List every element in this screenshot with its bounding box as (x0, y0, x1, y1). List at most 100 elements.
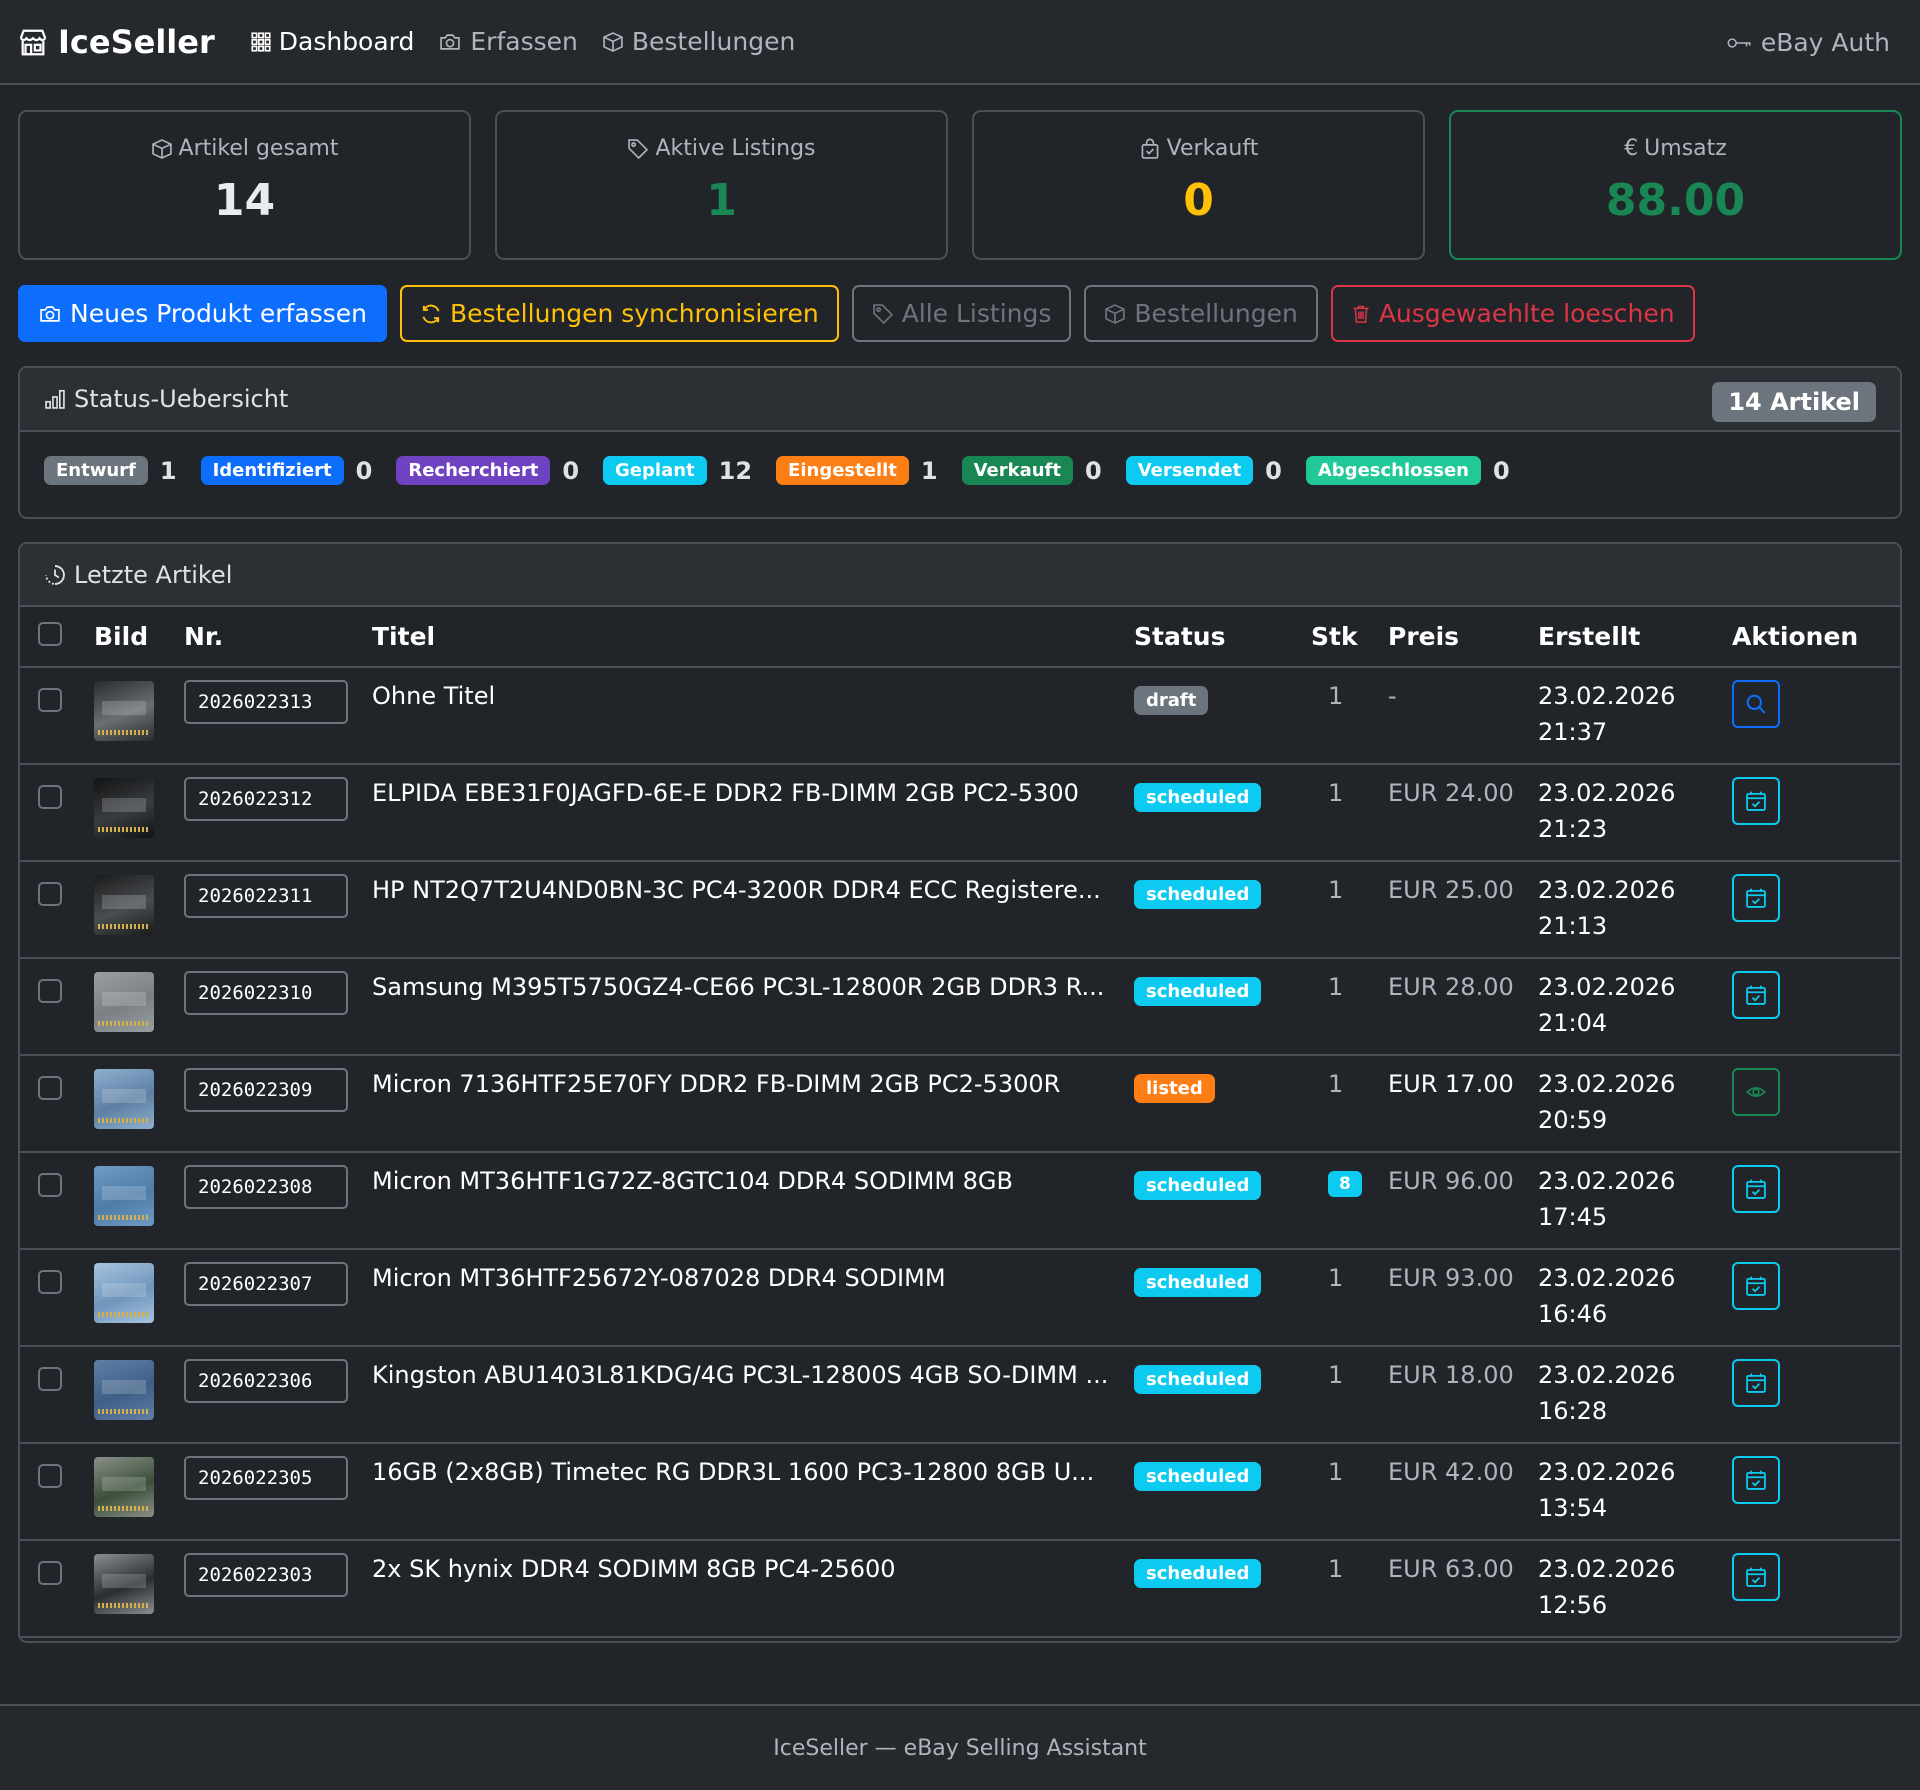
brand-label: IceSeller (58, 22, 215, 61)
row-action-button[interactable] (1732, 1359, 1780, 1407)
article-title[interactable]: Kingston ABU1403L81KDG/4G PC3L-12800S 4G… (372, 1361, 1112, 1389)
product-thumbnail[interactable] (94, 1457, 154, 1517)
article-number[interactable]: 2026022309 (184, 1068, 348, 1112)
nav-bestellungen[interactable]: Bestellungen (602, 27, 795, 56)
created-time: 17:45 (1538, 1203, 1608, 1231)
row-action-button[interactable] (1732, 680, 1780, 728)
header-stk: Stk (1311, 607, 1388, 668)
product-thumbnail[interactable] (94, 778, 154, 838)
status-overview-title: Status-Uebersicht (74, 385, 289, 413)
image-cell (94, 1443, 184, 1541)
recent-articles-header: Letzte Artikel (20, 544, 1900, 607)
title-cell: Kingston ABU1403L81KDG/4G PC3L-12800S 4G… (372, 1346, 1134, 1444)
row-checkbox[interactable] (38, 688, 62, 712)
stat-cards: Artikel gesamt 14 Aktive Listings 1 Verk… (18, 110, 1902, 260)
header-status[interactable]: Status (1134, 607, 1311, 668)
row-checkbox[interactable] (38, 979, 62, 1003)
table-row[interactable]: 2026022306 Kingston ABU1403L81KDG/4G PC3… (20, 1346, 1900, 1444)
table-row[interactable]: 2026022308 Micron MT36HTF1G72Z-8GTC104 D… (20, 1152, 1900, 1250)
all-listings-button[interactable]: Alle Listings (851, 285, 1072, 342)
image-cell (94, 1346, 184, 1444)
nav-erfassen[interactable]: Erfassen (438, 27, 578, 56)
created-cell: 23.02.2026 16:46 (1538, 1249, 1732, 1347)
status-overview-header: Status-Uebersicht 14 Artikel (20, 368, 1900, 432)
euro-icon: € (1624, 136, 1639, 161)
row-action-button[interactable] (1732, 1553, 1780, 1601)
header-preis[interactable]: Preis (1388, 607, 1538, 668)
article-number[interactable]: 2026022306 (184, 1359, 348, 1403)
table-row[interactable]: 2026022305 16GB (2x8GB) Timetec RG DDR3L… (20, 1443, 1900, 1541)
product-thumbnail[interactable] (94, 1263, 154, 1323)
product-thumbnail[interactable] (94, 1360, 154, 1420)
article-number[interactable]: 2026022312 (184, 777, 348, 821)
article-title[interactable]: Ohne Titel (372, 682, 1112, 710)
row-action-button[interactable] (1732, 874, 1780, 922)
stat-card-umsatz: € Umsatz 88.00 (1449, 110, 1902, 260)
article-title[interactable]: 2x SK hynix DDR4 SODIMM 8GB PC4-25600 (372, 1555, 1112, 1583)
price-value: EUR 93.00 (1388, 1264, 1514, 1292)
created-time: 21:37 (1538, 718, 1608, 746)
brand[interactable]: IceSeller (18, 23, 215, 61)
table-row[interactable]: 2026022313 Ohne Titel draft 1 - 23.02.20… (20, 667, 1900, 765)
product-thumbnail[interactable] (94, 1554, 154, 1614)
row-checkbox[interactable] (38, 1076, 62, 1100)
header-nr[interactable]: Nr. (184, 607, 372, 668)
select-cell (20, 1540, 94, 1638)
row-checkbox[interactable] (38, 1270, 62, 1294)
title-cell: 16GB (2x8GB) Timetec RG DDR3L 1600 PC3-1… (372, 1443, 1134, 1541)
article-number[interactable]: 2026022307 (184, 1262, 348, 1306)
table-row[interactable]: 2026022309 Micron 7136HTF25E70FY DDR2 FB… (20, 1055, 1900, 1153)
sync-orders-button[interactable]: Bestellungen synchronisieren (399, 285, 839, 342)
article-number[interactable]: 2026022305 (184, 1456, 348, 1500)
row-checkbox[interactable] (38, 1367, 62, 1391)
row-action-button[interactable] (1732, 1068, 1780, 1116)
status-badge: listed (1134, 1074, 1215, 1103)
orders-button[interactable]: Bestellungen (1084, 285, 1318, 342)
row-action-button[interactable] (1732, 1262, 1780, 1310)
article-number[interactable]: 2026022310 (184, 971, 348, 1015)
row-action-button[interactable] (1732, 777, 1780, 825)
table-row[interactable]: 2026022311 HP NT2Q7T2U4ND0BN-3C PC4-3200… (20, 861, 1900, 959)
price-value: EUR 18.00 (1388, 1361, 1514, 1389)
article-title[interactable]: 16GB (2x8GB) Timetec RG DDR3L 1600 PC3-1… (372, 1458, 1112, 1486)
table-row[interactable]: 2026022312 ELPIDA EBE31F0JAGFD-6E-E DDR2… (20, 764, 1900, 862)
nav-dashboard[interactable]: Dashboard (251, 27, 414, 56)
row-checkbox[interactable] (38, 882, 62, 906)
stat-value: 0 (1183, 175, 1214, 226)
article-number[interactable]: 2026022313 (184, 680, 348, 724)
article-number[interactable]: 2026022308 (184, 1165, 348, 1209)
article-title[interactable]: Micron MT36HTF25672Y-087028 DDR4 SODIMM (372, 1264, 1112, 1292)
article-title[interactable]: Micron MT36HTF1G72Z-8GTC104 DDR4 SODIMM … (372, 1167, 1112, 1195)
row-checkbox[interactable] (38, 1173, 62, 1197)
row-action-button[interactable] (1732, 1165, 1780, 1213)
article-title[interactable]: Samsung M395T5750GZ4-CE66 PC3L-12800R 2G… (372, 973, 1112, 1001)
price-value: EUR 42.00 (1388, 1458, 1514, 1486)
header-titel[interactable]: Titel (372, 607, 1134, 668)
select-all-checkbox[interactable] (38, 621, 62, 646)
product-thumbnail[interactable] (94, 1069, 154, 1129)
created-date: 23.02.2026 (1538, 876, 1676, 904)
product-thumbnail[interactable] (94, 1166, 154, 1226)
product-thumbnail[interactable] (94, 972, 154, 1032)
ebay-auth-link[interactable]: eBay Auth (1727, 0, 1890, 85)
article-title[interactable]: ELPIDA EBE31F0JAGFD-6E-E DDR2 FB-DIMM 2G… (372, 779, 1112, 807)
row-checkbox[interactable] (38, 1561, 62, 1585)
table-row[interactable]: 2026022310 Samsung M395T5750GZ4-CE66 PC3… (20, 958, 1900, 1056)
row-action-button[interactable] (1732, 971, 1780, 1019)
table-row[interactable]: 2026022307 Micron MT36HTF25672Y-087028 D… (20, 1249, 1900, 1347)
article-number[interactable]: 2026022311 (184, 874, 348, 918)
delete-selected-button[interactable]: Ausgewaehlte loeschen (1330, 285, 1695, 342)
new-product-button[interactable]: Neues Produkt erfassen (18, 285, 387, 342)
nr-cell: 2026022303 (184, 1540, 372, 1638)
table-row[interactable]: 2026022303 2x SK hynix DDR4 SODIMM 8GB P… (20, 1540, 1900, 1638)
row-checkbox[interactable] (38, 1464, 62, 1488)
row-checkbox[interactable] (38, 785, 62, 809)
article-number[interactable]: 2026022303 (184, 1553, 348, 1597)
article-title[interactable]: HP NT2Q7T2U4ND0BN-3C PC4-3200R DDR4 ECC … (372, 876, 1112, 904)
product-thumbnail[interactable] (94, 875, 154, 935)
header-erstellt[interactable]: Erstellt (1538, 607, 1732, 668)
row-action-button[interactable] (1732, 1456, 1780, 1504)
price-value: - (1388, 682, 1397, 710)
article-title[interactable]: Micron 7136HTF25E70FY DDR2 FB-DIMM 2GB P… (372, 1070, 1112, 1098)
product-thumbnail[interactable] (94, 681, 154, 741)
